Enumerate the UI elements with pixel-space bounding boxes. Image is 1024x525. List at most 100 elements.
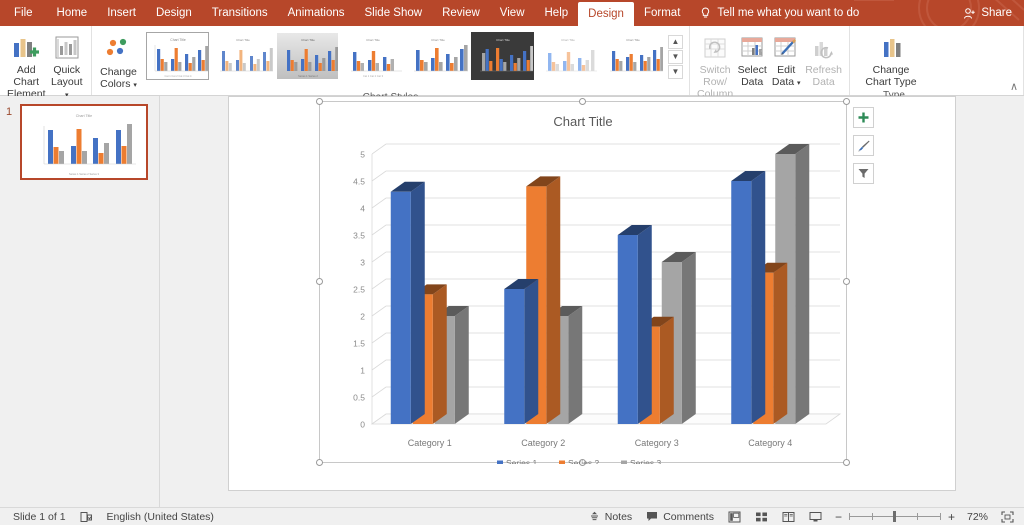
svg-text:Chart Title: Chart Title [626, 38, 640, 42]
tab-transitions[interactable]: Transitions [202, 0, 278, 26]
comments-button[interactable]: Comments [639, 511, 721, 523]
add-chart-element-icon [11, 32, 41, 64]
svg-text:3.5: 3.5 [353, 231, 365, 241]
accessibility-check-button[interactable] [73, 511, 100, 523]
switch-row-column-label-1: Switch Row/ [697, 64, 733, 88]
svg-text:3: 3 [360, 258, 365, 268]
quick-layout-button[interactable]: Quick Layout ▾ [49, 30, 85, 102]
svg-text:2.5: 2.5 [353, 285, 365, 295]
chart-style-option-2[interactable]: Chart Title [211, 32, 274, 80]
chart-selection-frame[interactable]: Chart Title 00.511.522.533.544.55Categor… [319, 101, 847, 463]
reading-view-button[interactable] [775, 511, 802, 523]
tab-slide-show[interactable]: Slide Show [355, 0, 433, 26]
svg-text:Chart Title: Chart Title [236, 38, 250, 42]
chart-styles-button[interactable] [853, 135, 874, 156]
ribbon-group-type: Change Chart Type Type [850, 26, 1024, 95]
slide-canvas-area: Chart Title 00.511.522.533.544.55Categor… [160, 96, 1024, 507]
thumbnail-pane-scrollbar[interactable] [151, 96, 159, 507]
zoom-level-label[interactable]: 72% [961, 511, 994, 523]
ribbon: Add Chart Element ▾ Quick Layout ▾ [0, 26, 1024, 96]
share-button[interactable]: Share [953, 0, 1024, 26]
svg-text:Chart Title: Chart Title [431, 38, 445, 42]
chart-style-option-4[interactable]: Chart Title Cat 1 Cat 2 Cat 3 [341, 32, 404, 80]
tell-me-search[interactable]: Tell me what you want to do [690, 0, 869, 26]
chart-style-option-6[interactable]: Chart Title [471, 32, 534, 80]
fit-to-window-button[interactable] [994, 511, 1018, 523]
svg-text:1: 1 [360, 366, 365, 376]
change-chart-type-label-1: Change [873, 64, 910, 76]
chart-style-option-1[interactable]: Chart Title Cat 1 Cat 2 Cat 3 Cat 4 [146, 32, 209, 80]
collapse-ribbon-button[interactable]: ∧ [1010, 80, 1018, 93]
tab-design[interactable]: Design [146, 0, 202, 26]
chart-style-option-3[interactable]: Chart Title Series 1 Series 2 [276, 32, 339, 80]
language-indicator[interactable]: English (United States) [100, 511, 221, 523]
svg-text:Chart Title: Chart Title [366, 38, 380, 42]
tab-home[interactable]: Home [47, 0, 98, 26]
slide-thumbnail-pane: 1 Chart Title Series 1 Series 2 Series 3 [0, 96, 160, 507]
svg-text:Series 2: Series 2 [568, 458, 599, 464]
comments-label: Comments [663, 511, 714, 523]
normal-view-button[interactable] [721, 511, 748, 523]
select-data-label-1: Select [738, 64, 767, 76]
zoom-track[interactable] [849, 516, 941, 517]
tab-view[interactable]: View [490, 0, 535, 26]
change-colors-button[interactable]: Change Colors ▾ [98, 32, 139, 92]
gallery-more-button[interactable]: ▼ [668, 65, 683, 79]
select-data-icon [737, 32, 767, 64]
reading-view-icon [782, 511, 795, 523]
accessibility-check-icon [80, 511, 93, 523]
zoom-in-button[interactable]: + [948, 510, 955, 524]
svg-text:4.5: 4.5 [353, 177, 365, 187]
chart-plot[interactable]: 00.511.522.533.544.55Category 1Category … [320, 102, 848, 464]
svg-text:Chart Title: Chart Title [561, 38, 575, 42]
ribbon-group-data: Switch Row/ Column Select Data [690, 26, 850, 95]
svg-text:0: 0 [360, 420, 365, 430]
tab-animations[interactable]: Animations [278, 0, 355, 26]
slide-indicator[interactable]: Slide 1 of 1 [6, 511, 73, 523]
slideshow-icon [809, 511, 822, 523]
slide-sorter-icon [755, 511, 768, 523]
tab-format[interactable]: Format [634, 0, 690, 26]
select-data-button[interactable]: Select Data [736, 30, 768, 90]
slide-thumbnail-1[interactable]: Chart Title Series 1 Series 2 Series 3 [20, 104, 148, 180]
chart-quick-buttons [853, 107, 874, 184]
chart-elements-button[interactable] [853, 107, 874, 128]
slide-sorter-button[interactable] [748, 511, 775, 523]
change-colors-label-1: Change [100, 66, 137, 78]
zoom-out-button[interactable]: − [835, 510, 842, 524]
chart-styles-gallery[interactable]: Chart Title Cat 1 Cat 2 Cat 3 Cat 4 [141, 30, 683, 80]
refresh-data-label-1: Refresh [805, 64, 842, 76]
notes-label: Notes [605, 511, 632, 523]
switch-row-column-icon [700, 32, 730, 64]
notes-button[interactable]: Notes [582, 511, 639, 523]
chart-style-option-8[interactable]: Chart Title [601, 32, 664, 80]
slide-canvas[interactable]: Chart Title 00.511.522.533.544.55Categor… [228, 96, 956, 491]
gallery-scroll-down-button[interactable]: ▼ [668, 50, 683, 64]
chart-filters-button[interactable] [853, 163, 874, 184]
zoom-slider-thumb[interactable] [893, 511, 896, 522]
zoom-slider[interactable]: − + [829, 510, 961, 524]
change-chart-type-button[interactable]: Change Chart Type [856, 30, 926, 90]
ribbon-tab-bar: File Home Insert Design Transitions Anim… [0, 0, 1024, 26]
tab-insert[interactable]: Insert [97, 0, 146, 26]
chart-styles-scroll-controls[interactable]: ▲ ▼ ▼ [668, 34, 683, 79]
normal-view-icon [728, 511, 741, 523]
tab-help[interactable]: Help [535, 0, 579, 26]
svg-text:Series 1: Series 1 [506, 458, 537, 464]
slideshow-button[interactable] [802, 511, 829, 523]
main-work-area: 1 Chart Title Series 1 Series 2 Series 3 [0, 96, 1024, 507]
tab-file[interactable]: File [0, 0, 47, 26]
switch-row-column-button: Switch Row/ Column [696, 30, 734, 102]
tab-chart-design[interactable]: Design [578, 2, 634, 26]
gallery-scroll-up-button[interactable]: ▲ [668, 35, 683, 49]
svg-text:Chart Title: Chart Title [76, 114, 92, 118]
chart-style-option-7[interactable]: Chart Title [536, 32, 599, 80]
comment-icon [646, 511, 658, 522]
chart-style-option-5[interactable]: Chart Title [406, 32, 469, 80]
svg-text:Category 3: Category 3 [635, 438, 679, 448]
tab-review[interactable]: Review [432, 0, 490, 26]
quick-layout-label-1: Quick [53, 64, 80, 76]
change-colors-label-2: Colors ▾ [100, 78, 137, 90]
edit-data-button[interactable]: Edit Data ▾ [770, 30, 802, 90]
svg-text:Cat 1 Cat 2 Cat 3: Cat 1 Cat 2 Cat 3 [363, 74, 384, 78]
